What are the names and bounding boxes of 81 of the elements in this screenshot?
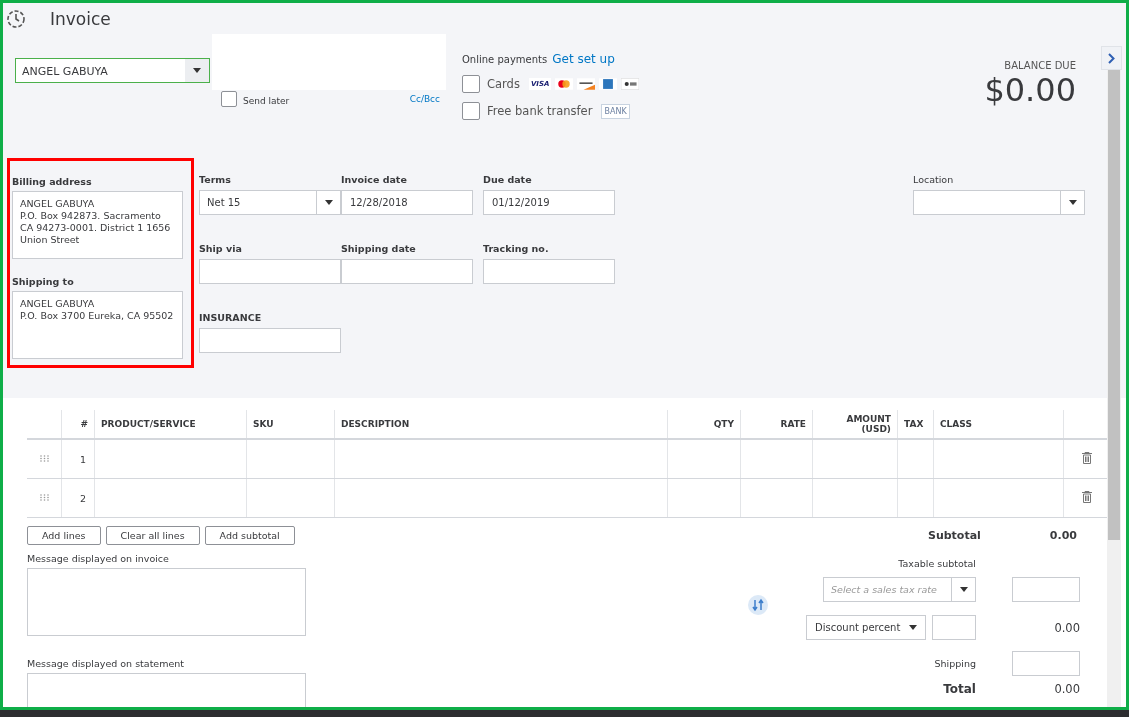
column-header: TAX [897, 410, 934, 439]
chevron-right-icon [1108, 52, 1115, 64]
tax-amount-field[interactable] [1012, 577, 1080, 602]
checkbox[interactable] [462, 102, 480, 120]
message-label: Message displayed on invoice [27, 553, 170, 564]
drag-handle-icon[interactable] [39, 494, 49, 501]
line-number: 1 [61, 439, 95, 479]
field-label: Due date [483, 174, 533, 187]
caret-icon [324, 200, 333, 205]
collapse-button[interactable] [1101, 46, 1122, 70]
field-label: Terms [199, 174, 232, 187]
shipping-to-label: Shipping to [12, 276, 75, 287]
message-label: Message displayed on statement [27, 658, 186, 669]
column-header: QTY [667, 410, 741, 439]
field-label: Ship via [199, 243, 243, 256]
input-field[interactable] [341, 259, 473, 284]
balance-due-amount: $0.00 [984, 71, 1076, 109]
card-logo-icon [555, 78, 574, 90]
card-logo-icon [621, 78, 640, 90]
billing-address-field[interactable]: ANGEL GABUYA P.O. Box 942873. Sacramento CA 94273-0001. District 1 1656 Union Street [12, 191, 183, 259]
get-set-up-link[interactable]: Get set up [552, 52, 615, 66]
input-field[interactable] [483, 259, 615, 284]
card-logo-icon [577, 78, 596, 90]
table-action-button[interactable]: Clear all lines [105, 526, 200, 545]
online-payments-label: Online payments [462, 53, 548, 65]
sort-toggle-icon[interactable] [748, 595, 768, 615]
history-icon[interactable] [6, 8, 26, 29]
total-value: 0.00 [1053, 682, 1080, 696]
subtotal-value: 0.00 [1049, 529, 1077, 542]
input-field[interactable]: 01/12/2019 [483, 190, 615, 215]
caret-icon [1068, 200, 1077, 205]
scrollbar[interactable] [1107, 70, 1121, 707]
column-header: PRODUCT/SERVICE [94, 410, 247, 439]
field-label: INSURANCE [199, 312, 263, 325]
table-action-button[interactable]: Add lines [27, 526, 101, 545]
cc-bcc-link[interactable]: Cc/Bcc [409, 94, 440, 104]
checkbox[interactable] [221, 91, 237, 107]
message-field[interactable] [27, 568, 306, 636]
location-label: Location [913, 174, 955, 187]
shipping-address-field[interactable]: ANGEL GABUYA P.O. Box 3700 Eureka, CA 95502 [12, 291, 183, 359]
caret-icon [193, 68, 201, 73]
location-select[interactable] [913, 190, 1085, 215]
discount-field[interactable] [932, 615, 976, 640]
page-title: Invoice [50, 8, 111, 29]
payment-option-label: Free bank transfer [487, 104, 593, 118]
line-number: 2 [61, 478, 95, 518]
customer-select[interactable]: ANGEL GABUYA [15, 58, 210, 83]
shipping-label: Shipping [934, 658, 976, 669]
field-label: Shipping date [341, 243, 417, 256]
input-field[interactable]: 12/28/2018 [341, 190, 473, 215]
input-field[interactable] [199, 328, 341, 353]
discount-value: 0.00 [1053, 620, 1080, 635]
send-later-label: Send later [243, 96, 290, 106]
column-header: SKU [246, 410, 335, 439]
column-header: DESCRIPTION [334, 410, 668, 439]
delete-icon[interactable] [1082, 491, 1092, 503]
delete-icon[interactable] [1082, 452, 1092, 464]
table-action-button[interactable]: Add subtotal [204, 526, 295, 545]
column-header: RATE [740, 410, 813, 439]
discount-type-select[interactable]: Discount percent [806, 615, 926, 640]
payment-option-label: Cards [487, 77, 520, 91]
bank-badge: BANK [601, 103, 630, 119]
column-header: # [61, 410, 95, 439]
card-logo-icon [599, 78, 618, 90]
field-label: Invoice date [341, 174, 408, 187]
input-field[interactable] [199, 259, 341, 284]
email-field[interactable] [212, 34, 446, 90]
total-label: Total [943, 682, 976, 696]
balance-due-label: BALANCE DUE [1004, 60, 1076, 71]
taxable-subtotal-label: Taxable subtotal [898, 558, 976, 569]
field-label: Tracking no. [483, 243, 550, 256]
caret-icon [909, 625, 917, 630]
terms-select[interactable]: Net 15 [199, 190, 341, 215]
column-header: CLASS [933, 410, 1064, 439]
checkbox[interactable] [462, 75, 480, 93]
column-header: AMOUNT (USD) [812, 410, 898, 439]
billing-address-label: Billing address [12, 176, 93, 187]
shipping-field[interactable] [1012, 651, 1080, 676]
caret-icon [959, 587, 968, 592]
drag-handle-icon[interactable] [39, 455, 49, 462]
subtotal-label: Subtotal [927, 529, 981, 542]
